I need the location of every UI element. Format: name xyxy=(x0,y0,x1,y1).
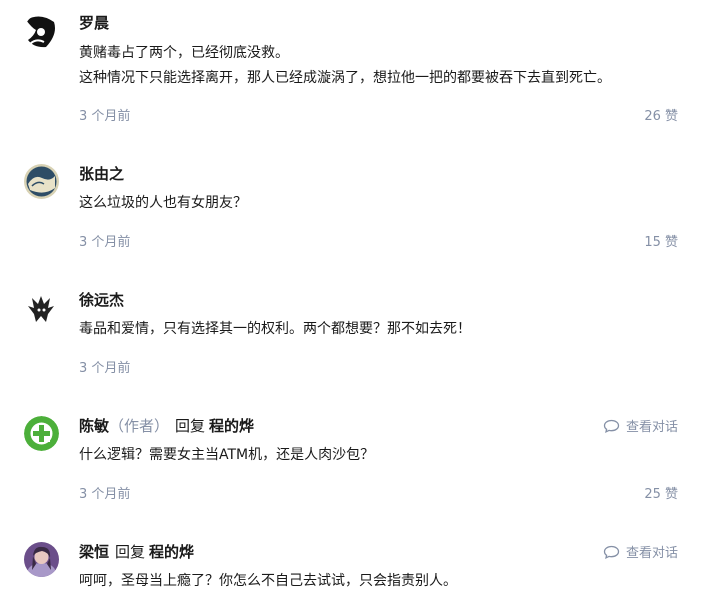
like-count[interactable]: 15 赞 xyxy=(644,231,678,250)
reply-target-name[interactable]: 程的烨 xyxy=(209,417,254,435)
avatar[interactable] xyxy=(24,416,59,451)
author-name[interactable]: 张由之 xyxy=(79,165,124,183)
author-name[interactable]: 陈敏 xyxy=(79,417,109,435)
view-conversation-button[interactable]: 查看对话 xyxy=(603,416,678,435)
avatar-image xyxy=(24,416,59,451)
author-name[interactable]: 徐远杰 xyxy=(79,291,124,309)
author-name[interactable]: 梁恒 xyxy=(79,543,109,561)
avatar[interactable] xyxy=(24,14,59,49)
avatar-image xyxy=(24,290,59,325)
view-conversation-label: 查看对话 xyxy=(625,420,678,435)
comment-text-line: 什么逻辑？需要女主当ATM机，还是人肉沙包？ xyxy=(79,447,375,463)
view-conversation-label: 查看对话 xyxy=(625,546,678,561)
avatar-image xyxy=(24,542,59,577)
avatar[interactable] xyxy=(24,290,59,325)
comment-text-line: 这种情况下只能选择离开，那人已经成漩涡了，想拉他一把的都要被吞下去直到死亡。 xyxy=(79,70,611,86)
reply-label: 回复 xyxy=(175,417,206,435)
like-count[interactable]: 26 赞 xyxy=(644,105,678,124)
like-count[interactable]: 25 赞 xyxy=(644,483,678,502)
chat-bubble-icon xyxy=(603,545,620,559)
avatar-image xyxy=(24,14,59,49)
view-conversation-button[interactable]: 查看对话 xyxy=(603,542,678,561)
comment-time: 3 个月前 xyxy=(79,235,131,250)
comment-time: 3 个月前 xyxy=(79,361,131,376)
comment-text-line: 毒品和爱情，只有选择其一的权利。两个都想要？那不如去死！ xyxy=(79,321,471,337)
comment-time: 3 个月前 xyxy=(79,487,131,502)
reply-label: 回复 xyxy=(115,543,146,561)
avatar[interactable] xyxy=(24,164,59,199)
avatar[interactable] xyxy=(24,542,59,577)
comment-text-line: 这么垃圾的人也有女朋友？ xyxy=(79,195,247,211)
comment-time: 3 个月前 xyxy=(79,109,131,124)
author-name[interactable]: 罗晨 xyxy=(79,14,109,32)
avatar-image xyxy=(24,164,59,199)
comment-text-line: 黄赌毒占了两个，已经彻底没救。 xyxy=(79,45,289,61)
author-tag: （作者） xyxy=(109,417,170,435)
comment-text-line: 呵呵，圣母当上瘾了？你怎么不自己去试试，只会指责别人。 xyxy=(79,573,457,589)
reply-target-name[interactable]: 程的烨 xyxy=(149,543,194,561)
chat-bubble-icon xyxy=(603,419,620,433)
